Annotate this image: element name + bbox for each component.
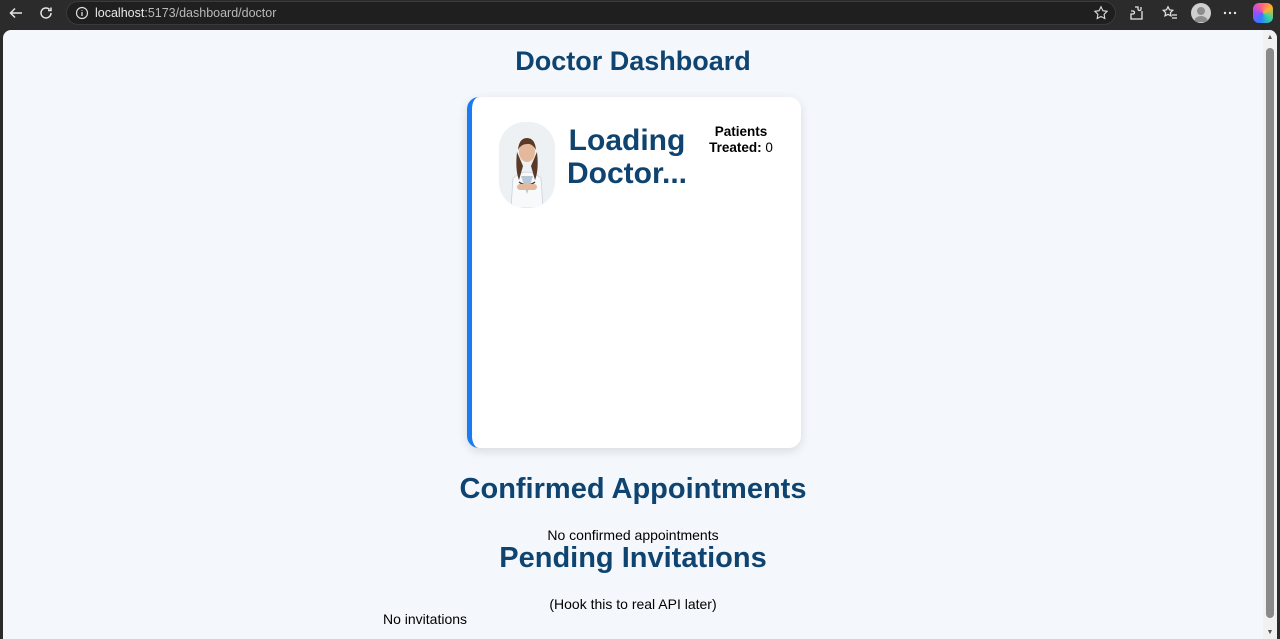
copilot-icon[interactable]	[1253, 3, 1273, 23]
doctor-name: Loading Doctor...	[566, 124, 687, 190]
back-icon[interactable]	[6, 3, 26, 23]
url-path: :5173/dashboard/doctor	[144, 6, 277, 20]
pending-api-note: (Hook this to real API later)	[549, 596, 717, 612]
doctor-photo	[499, 122, 555, 208]
favorite-star-icon[interactable]	[1093, 5, 1109, 21]
site-info-icon[interactable]	[75, 6, 89, 20]
browser-toolbar: localhost:5173/dashboard/doctor	[0, 0, 1280, 26]
scroll-down-icon[interactable]: ▼	[1266, 629, 1274, 637]
confirmed-appointments-title: Confirmed Appointments	[459, 473, 807, 505]
vertical-scrollbar[interactable]: ▲ ▼	[1263, 30, 1277, 639]
url-host: localhost	[95, 6, 145, 20]
page-viewport: Doctor Dashboard Loading Doctor... Patie…	[3, 30, 1277, 639]
address-bar[interactable]: localhost:5173/dashboard/doctor	[66, 1, 1116, 25]
more-options-icon[interactable]	[1220, 3, 1240, 23]
url-text[interactable]: localhost:5173/dashboard/doctor	[95, 6, 276, 20]
favorites-icon[interactable]	[1160, 3, 1180, 23]
pending-empty-text: No invitations	[383, 611, 468, 627]
reload-icon[interactable]	[36, 3, 56, 23]
scroll-up-icon[interactable]: ▲	[1266, 34, 1274, 42]
pending-invitations-title: Pending Invitations	[499, 542, 767, 574]
profile-avatar-icon[interactable]	[1191, 3, 1211, 23]
patients-treated-label: Patients Treated:	[709, 124, 768, 155]
confirmed-empty-text: No confirmed appointments	[547, 527, 719, 543]
patients-treated-value: 0	[765, 139, 773, 155]
doctor-profile-card: Loading Doctor... Patients Treated: 0	[467, 97, 801, 448]
scrollbar-thumb[interactable]	[1266, 48, 1274, 618]
extensions-icon[interactable]	[1127, 3, 1147, 23]
patients-treated-stat: Patients Treated: 0	[700, 124, 782, 155]
page-title: Doctor Dashboard	[515, 46, 751, 76]
